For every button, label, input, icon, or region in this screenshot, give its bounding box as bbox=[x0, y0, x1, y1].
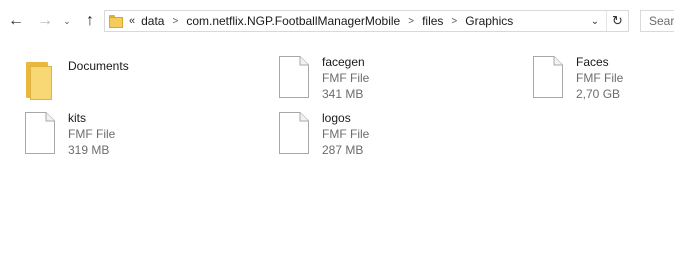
breadcrumb-item-graphics[interactable]: Graphics bbox=[465, 14, 513, 28]
item-name: logos bbox=[322, 111, 351, 125]
item-type: FMF File bbox=[322, 127, 370, 141]
breadcrumb: « data > com.netflix.NGP.FootballManager… bbox=[129, 14, 513, 28]
chevron-right-icon[interactable]: > bbox=[172, 16, 178, 27]
navigation-bar: ← → ⌄ ↑ « data > com.netflix.NGP.Footbal… bbox=[0, 0, 674, 42]
chevron-right-icon[interactable]: > bbox=[451, 16, 457, 27]
address-dropdown-button[interactable]: ⌄ bbox=[586, 11, 604, 31]
refresh-button[interactable]: ↻ bbox=[606, 11, 628, 31]
breadcrumb-item-data[interactable]: data bbox=[141, 14, 164, 28]
folder-icon bbox=[109, 14, 123, 28]
breadcrumb-item-files[interactable]: files bbox=[422, 14, 443, 28]
up-button[interactable]: ↑ bbox=[80, 11, 100, 31]
item-size: 2,70 GB bbox=[576, 87, 621, 101]
item-type: FMF File bbox=[322, 71, 370, 85]
forward-arrow-icon: → bbox=[37, 12, 53, 29]
folder-icon bbox=[22, 58, 58, 106]
list-item-documents[interactable]: Documents bbox=[22, 58, 222, 108]
item-size: 319 MB bbox=[68, 143, 110, 157]
file-icon bbox=[276, 54, 312, 102]
list-item-kits[interactable]: kits FMF File 319 MB bbox=[22, 110, 222, 160]
item-size: 341 MB bbox=[322, 87, 364, 101]
item-size: 287 MB bbox=[322, 143, 364, 157]
item-name: kits bbox=[68, 111, 86, 125]
back-button[interactable]: ← bbox=[6, 11, 26, 31]
breadcrumb-item-package[interactable]: com.netflix.NGP.FootballManagerMobile bbox=[186, 14, 400, 28]
list-item-logos[interactable]: logos FMF File 287 MB bbox=[276, 110, 476, 160]
refresh-icon: ↻ bbox=[612, 13, 623, 28]
forward-button[interactable]: → bbox=[35, 11, 55, 31]
file-icon bbox=[530, 54, 566, 102]
back-arrow-icon: ← bbox=[8, 12, 24, 29]
chevron-down-icon: ⌄ bbox=[63, 15, 71, 26]
chevron-down-icon: ⌄ bbox=[590, 15, 600, 27]
list-item-facegen[interactable]: facegen FMF File 341 MB bbox=[276, 54, 476, 104]
search-input[interactable]: Searc bbox=[640, 10, 674, 32]
chevron-right-icon[interactable]: > bbox=[408, 16, 414, 27]
file-icon bbox=[22, 110, 58, 158]
item-type: FMF File bbox=[576, 71, 624, 85]
list-item-faces[interactable]: Faces FMF File 2,70 GB bbox=[530, 54, 674, 104]
address-bar[interactable]: « data > com.netflix.NGP.FootballManager… bbox=[104, 10, 629, 32]
item-name: facegen bbox=[322, 55, 365, 69]
item-type: FMF File bbox=[68, 127, 116, 141]
file-icon bbox=[276, 110, 312, 158]
item-name: Faces bbox=[576, 55, 609, 69]
recent-locations-button[interactable]: ⌄ bbox=[60, 11, 74, 31]
breadcrumb-overflow-button[interactable]: « bbox=[129, 15, 135, 27]
up-arrow-icon: ↑ bbox=[86, 12, 94, 29]
search-placeholder: Searc bbox=[649, 14, 674, 28]
item-name: Documents bbox=[68, 59, 129, 73]
